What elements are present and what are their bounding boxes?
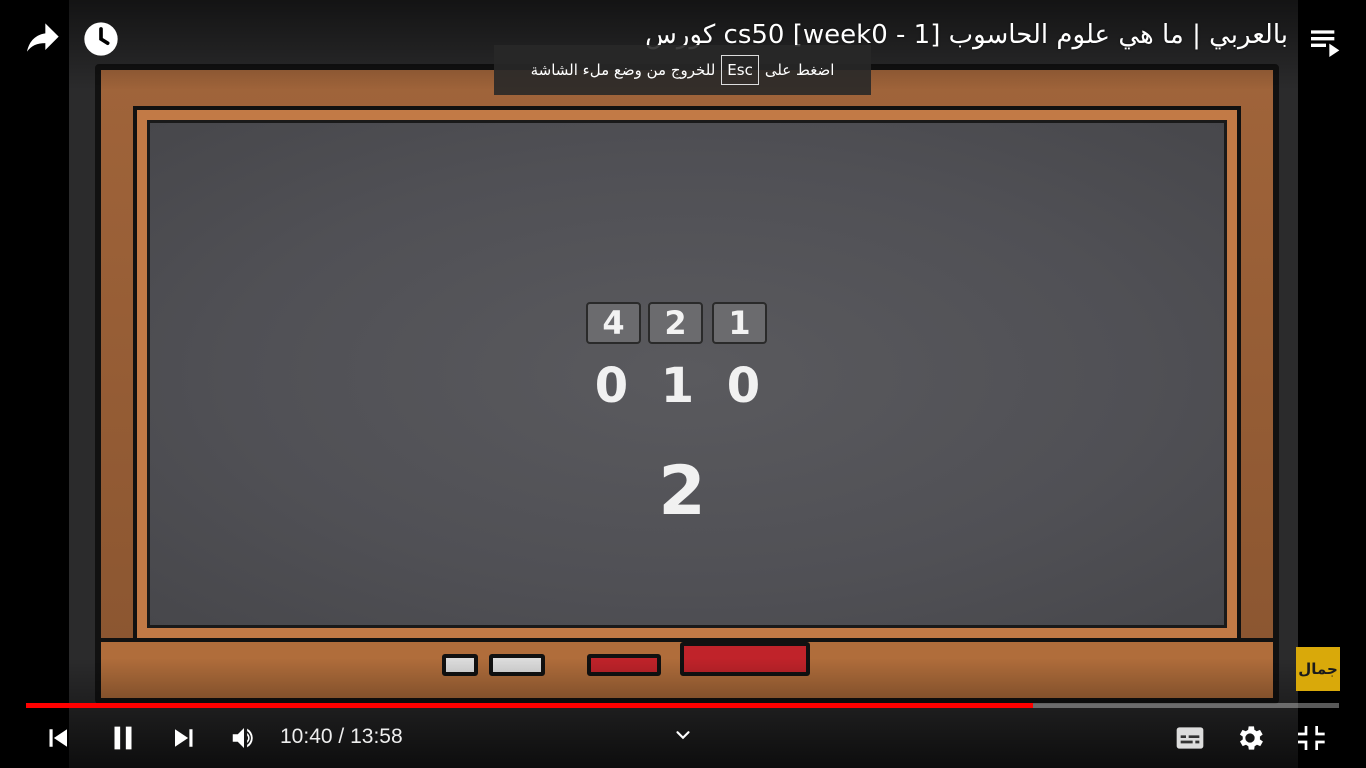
skip-previous-icon[interactable] xyxy=(37,718,77,758)
place-value-box: 1 xyxy=(712,302,767,344)
binary-digit: 0 xyxy=(594,358,629,414)
time-display: 10:40 / 13:58 xyxy=(280,725,403,749)
time-separator: / xyxy=(338,725,345,748)
binary-digit: 0 xyxy=(726,358,761,414)
esc-key-label: Esc xyxy=(721,55,759,85)
progress-bar[interactable] xyxy=(26,703,1339,708)
volume-icon[interactable] xyxy=(224,718,264,758)
skip-next-icon[interactable] xyxy=(165,718,205,758)
hint-text-before: اضغط على xyxy=(764,61,835,79)
duration: 13:58 xyxy=(350,725,403,748)
hint-text-after: للخروج من وضع ملء الشاشة xyxy=(530,61,716,79)
pause-icon[interactable] xyxy=(103,718,143,758)
binary-digit: 1 xyxy=(660,358,695,414)
clock-icon[interactable] xyxy=(81,19,121,59)
share-icon[interactable] xyxy=(22,20,62,60)
place-value-box: 2 xyxy=(648,302,703,344)
channel-watermark[interactable]: جمال xyxy=(1296,647,1340,691)
current-time: 10:40 xyxy=(280,725,333,748)
playlist-icon[interactable] xyxy=(1306,22,1346,62)
chevron-down-icon[interactable] xyxy=(672,724,694,746)
progress-played xyxy=(26,703,1034,708)
exit-fullscreen-icon[interactable] xyxy=(1290,718,1330,758)
place-value-box: 4 xyxy=(586,302,641,344)
gear-icon[interactable] xyxy=(1230,718,1270,758)
fullscreen-exit-hint: اضغط على Esc للخروج من وضع ملء الشاشة xyxy=(494,45,871,95)
subtitles-icon[interactable] xyxy=(1170,718,1210,758)
decimal-result: 2 xyxy=(658,452,706,531)
